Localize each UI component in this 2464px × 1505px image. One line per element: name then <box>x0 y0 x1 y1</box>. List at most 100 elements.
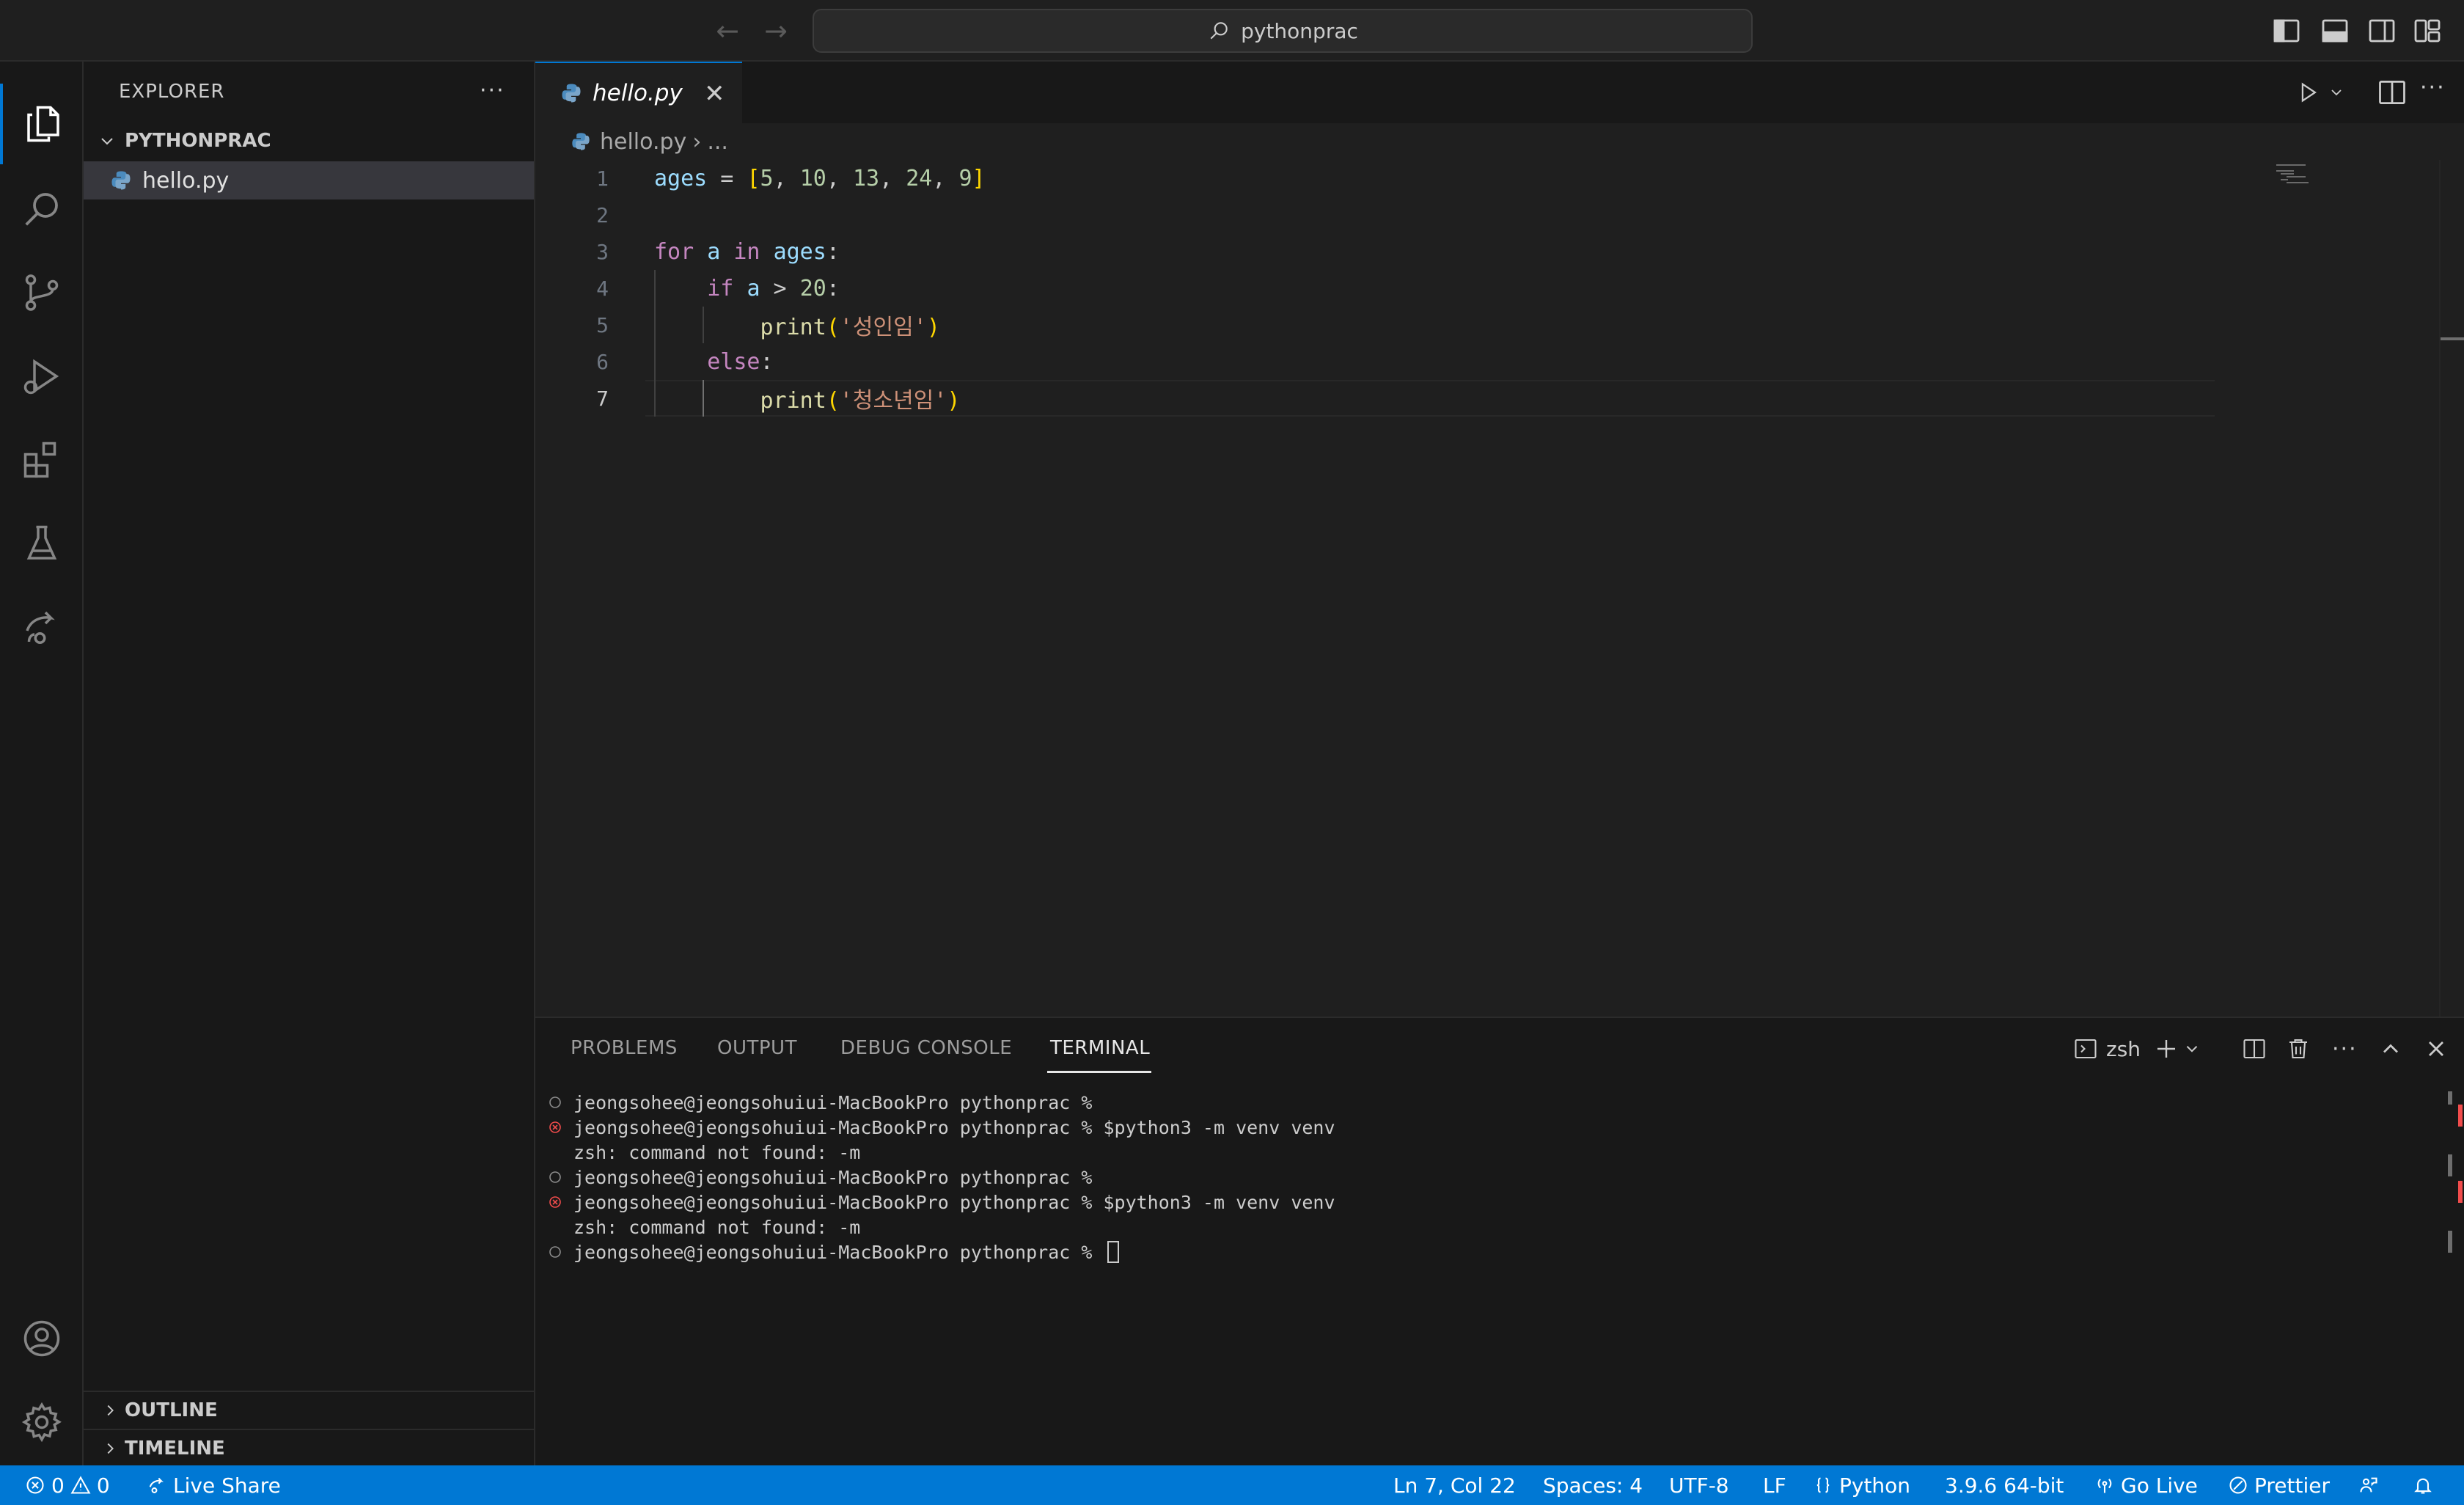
split-editor-icon[interactable] <box>2376 76 2408 109</box>
code-line: 2 <box>535 197 2266 233</box>
command-success-circle-icon[interactable] <box>547 1094 563 1110</box>
prettier-label: Prettier <box>2254 1473 2330 1498</box>
terminal-line-text: jeongsohee@jeongsohuiui-MacBookPro pytho… <box>573 1166 1104 1188</box>
line-number: 2 <box>596 202 609 227</box>
feedback-button[interactable] <box>2358 1465 2379 1505</box>
code-line: 1 ages = [5, 10, 13, 24, 9] <box>535 160 2266 197</box>
file-tree-item-hello-py[interactable]: hello.py <box>84 161 534 199</box>
run-python-file-button[interactable] <box>2295 76 2361 109</box>
encoding-status[interactable]: UTF-8 <box>1669 1465 1729 1505</box>
command-center-search[interactable]: pythonprac <box>813 9 1753 53</box>
run-and-debug-icon[interactable] <box>0 336 84 417</box>
tab-debug-console[interactable]: DEBUG CONSOLE <box>840 1037 1012 1059</box>
feedback-person-icon <box>2360 1477 2377 1493</box>
chevron-down-icon[interactable] <box>2328 84 2345 101</box>
no-status-spacer <box>547 1219 563 1235</box>
terminal-scroll-marker <box>2448 1091 2452 1105</box>
bottom-panel: PROBLEMS OUTPUT DEBUG CONSOLE TERMINAL z… <box>535 1017 2464 1465</box>
terminal-line-text: jeongsohee@jeongsohuiui-MacBookPro pytho… <box>573 1091 1104 1113</box>
terminal-line-text: zsh: command not found: -m <box>573 1216 861 1238</box>
panel-more-actions-icon[interactable]: ··· <box>2332 1034 2358 1063</box>
terminal-output[interactable]: jeongsohee@jeongsohuiui-MacBookPro pytho… <box>547 1090 1335 1264</box>
python-file-icon <box>562 84 581 103</box>
source-control-icon[interactable] <box>0 252 84 333</box>
code-line: 5 print('성인임') <box>535 307 2266 343</box>
live-share-icon[interactable] <box>0 587 84 667</box>
active-tab-indicator <box>1047 1071 1151 1073</box>
minimap[interactable] <box>2273 163 2339 192</box>
code-text: ages = [5, 10, 13, 24, 9] <box>654 165 986 191</box>
prettier-status[interactable]: Prettier <box>2228 1465 2330 1505</box>
tab-output[interactable]: OUTPUT <box>717 1037 797 1059</box>
command-error-circle-icon[interactable] <box>547 1119 563 1135</box>
shell-name: zsh <box>2106 1036 2141 1061</box>
command-error-circle-icon[interactable] <box>547 1194 563 1210</box>
editor-more-actions-icon[interactable]: ··· <box>2420 75 2446 100</box>
forward-arrow-icon[interactable]: → <box>758 13 793 48</box>
line-number-current: 7 <box>596 386 609 411</box>
kill-terminal-button[interactable] <box>2285 1034 2311 1063</box>
indentation-status[interactable]: Spaces: 4 <box>1543 1465 1643 1505</box>
terminal-icon <box>2075 1039 2097 1059</box>
breadcrumb-symbols[interactable]: ... <box>707 129 728 155</box>
close-panel-button[interactable] <box>2423 1034 2449 1063</box>
explorer-more-actions-icon[interactable]: ··· <box>480 78 505 103</box>
close-tab-icon[interactable]: ✕ <box>704 79 725 109</box>
go-live-status[interactable]: Go Live <box>2094 1465 2198 1505</box>
breadcrumb: hello.py › ... <box>535 123 2464 160</box>
customize-layout-icon[interactable] <box>2413 16 2442 45</box>
back-arrow-icon[interactable]: ← <box>710 13 745 48</box>
breadcrumb-file[interactable]: hello.py <box>600 129 686 155</box>
maximize-panel-button[interactable] <box>2377 1034 2404 1063</box>
extensions-icon[interactable] <box>0 420 84 500</box>
eol-status[interactable]: LF <box>1763 1465 1786 1505</box>
tab-terminal[interactable]: TERMINAL <box>1050 1037 1150 1059</box>
terminal-cursor <box>1107 1241 1120 1263</box>
chevron-down-icon[interactable] <box>2182 1039 2201 1058</box>
settings-gear-icon[interactable] <box>0 1382 84 1462</box>
braces-icon <box>1816 1477 1830 1493</box>
problems-status[interactable]: 0 0 <box>25 1465 110 1505</box>
chevron-up-icon <box>2383 1044 2398 1053</box>
broadcast-icon <box>2097 1479 2112 1493</box>
toggle-secondary-sidebar-icon[interactable] <box>2367 16 2397 45</box>
live-share-status[interactable]: Live Share <box>147 1465 281 1505</box>
cursor-position-status[interactable]: Ln 7, Col 22 <box>1393 1465 1516 1505</box>
terminal-scroll-marker <box>2448 1154 2452 1176</box>
language-mode-status[interactable]: Python <box>1813 1465 1910 1505</box>
code-line: 7 print('청소년임') <box>535 380 2266 417</box>
notifications-button[interactable] <box>2413 1465 2433 1505</box>
workspace-folder-header[interactable]: PYTHONPRAC <box>84 125 534 157</box>
editor-scrollbar-track[interactable] <box>2439 160 2441 1017</box>
editor-tab-hello-py[interactable]: hello.py ✕ <box>535 62 742 123</box>
python-interpreter-status[interactable]: 3.9.6 64-bit <box>1945 1465 2064 1505</box>
accounts-icon[interactable] <box>0 1298 84 1379</box>
command-success-circle-icon[interactable] <box>547 1169 563 1185</box>
toggle-panel-icon[interactable] <box>2320 16 2350 45</box>
split-terminal-button[interactable] <box>2241 1034 2267 1063</box>
timeline-section-header[interactable]: TIMELINE <box>84 1429 534 1467</box>
outline-label: OUTLINE <box>125 1399 218 1421</box>
line-number: 1 <box>596 166 609 191</box>
command-success-circle-icon[interactable] <box>547 1244 563 1260</box>
testing-icon[interactable] <box>0 503 84 584</box>
plus-icon <box>2157 1040 2175 1058</box>
chevron-right-icon <box>95 1402 125 1418</box>
toggle-primary-sidebar-icon[interactable] <box>2272 16 2301 45</box>
workspace-folder-name: PYTHONPRAC <box>125 130 271 152</box>
code-editor[interactable]: 1 ages = [5, 10, 13, 24, 9] 2 3 for a in… <box>535 160 2464 1017</box>
terminal-line-text: jeongsohee@jeongsohuiui-MacBookPro pytho… <box>573 1116 1335 1138</box>
search-icon[interactable] <box>0 169 84 249</box>
terminal-scroll-marker <box>2448 1231 2452 1253</box>
chevron-right-icon <box>95 1440 125 1457</box>
code-line: 3 for a in ages: <box>535 233 2266 270</box>
line-number: 4 <box>596 276 609 301</box>
explorer-icon[interactable] <box>0 84 84 164</box>
new-terminal-button[interactable] <box>2153 1034 2201 1063</box>
outline-section-header[interactable]: OUTLINE <box>84 1391 534 1429</box>
terminal-shell-selector[interactable]: zsh <box>2072 1034 2141 1063</box>
terminal-line: jeongsohee@jeongsohuiui-MacBookPro pytho… <box>547 1090 1335 1115</box>
live-share-icon <box>149 1477 164 1493</box>
tab-problems[interactable]: PROBLEMS <box>571 1037 678 1059</box>
go-live-label: Go Live <box>2121 1473 2198 1498</box>
